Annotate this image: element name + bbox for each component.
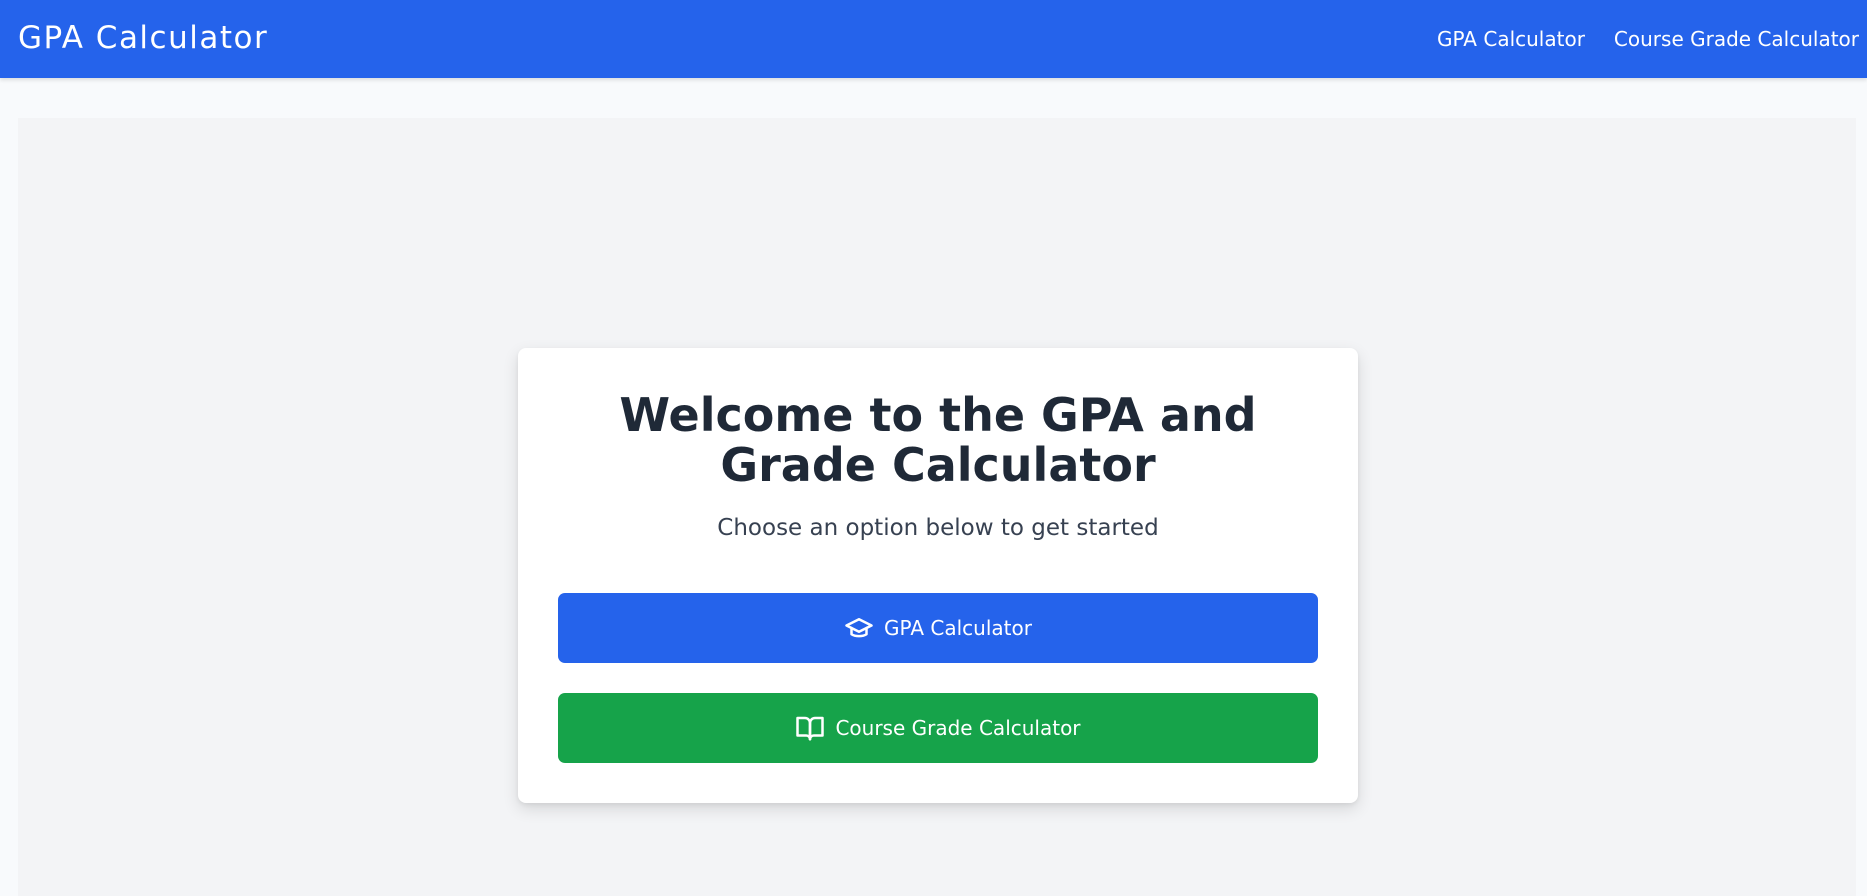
nav-links: GPA Calculator Course Grade Calculator [1408,0,1859,78]
top-navbar: GPA Calculator GPA Calculator Course Gra… [0,0,1867,78]
open-book-icon [795,713,825,743]
brand-logo-text[interactable]: GPA Calculator [18,20,268,56]
gpa-calculator-button-label: GPA Calculator [884,616,1032,640]
welcome-subtitle: Choose an option below to get started [717,515,1159,541]
graduation-cap-icon [844,613,874,643]
welcome-title: Welcome to the GPA and Grade Calculator [619,388,1257,492]
course-grade-calculator-button-label: Course Grade Calculator [835,716,1081,740]
nav-link-course-grade-calculator[interactable]: Course Grade Calculator [1614,27,1859,51]
gpa-calculator-button[interactable]: GPA Calculator [558,593,1318,663]
course-grade-calculator-button[interactable]: Course Grade Calculator [558,693,1318,763]
nav-link-gpa-calculator[interactable]: GPA Calculator [1437,27,1585,51]
main-content: Welcome to the GPA and Grade Calculator … [18,118,1856,896]
welcome-card: Welcome to the GPA and Grade Calculator … [518,348,1358,803]
